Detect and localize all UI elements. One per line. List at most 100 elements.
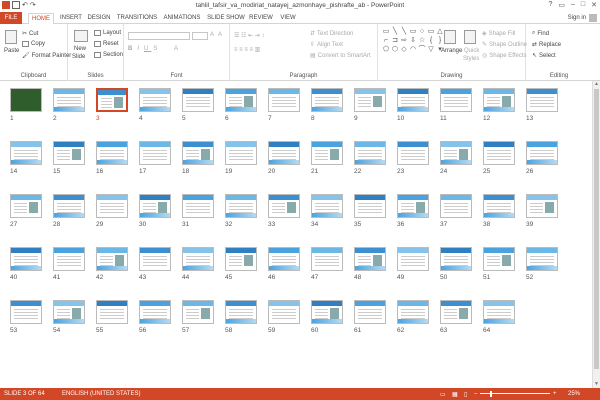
slide-thumbnail[interactable] (311, 194, 343, 218)
reset-button[interactable]: Reset (94, 41, 119, 47)
shape-icon[interactable]: ◇ (400, 46, 408, 54)
slide-thumbnail[interactable] (440, 194, 472, 218)
slide-thumbnail[interactable] (139, 194, 171, 218)
slide-thumbnail[interactable] (397, 141, 429, 165)
slide-sorter-view-icon[interactable]: ▦ (452, 391, 458, 398)
find-button[interactable]: ⌕ Find (532, 30, 549, 37)
slide-thumbnail[interactable] (225, 247, 257, 271)
bullets-icon[interactable]: ☰ ☷ ⇤ ⇥ ↕ (234, 32, 264, 39)
ribbon-display-button[interactable]: ▭ (558, 1, 565, 9)
slide-thumbnail[interactable] (139, 247, 171, 271)
shape-icon[interactable]: ⌐ (382, 37, 390, 45)
slide-thumbnail[interactable] (96, 300, 128, 324)
align-icons[interactable]: ≡ ≡ ≡ ≡ ▥ (234, 46, 260, 53)
shape-icon[interactable]: ⊐ (391, 37, 399, 45)
shape-icon[interactable]: △ (436, 28, 444, 36)
slide-thumbnail[interactable] (440, 88, 472, 112)
tab-animations[interactable]: ANIMATIONS (162, 13, 202, 24)
slide-thumbnail[interactable] (10, 141, 42, 165)
format-painter-button[interactable]: 🖌 Format Painter (22, 52, 71, 60)
shape-fill-button[interactable]: ◈ Shape Fill (482, 30, 515, 38)
slide-thumbnail[interactable] (483, 247, 515, 271)
font-shrink-icon[interactable]: A (218, 32, 222, 38)
tab-insert[interactable]: INSERT (58, 13, 84, 24)
slide-thumbnail[interactable] (225, 194, 257, 218)
new-slide-icon[interactable] (74, 30, 88, 42)
scroll-thumb[interactable] (594, 89, 599, 369)
section-button[interactable]: Section (94, 52, 123, 58)
maximize-button[interactable]: □ (581, 1, 585, 9)
shape-icon[interactable]: ⬡ (391, 46, 399, 54)
shape-icon[interactable]: ╲ (391, 28, 399, 36)
slide-thumbnail[interactable] (53, 300, 85, 324)
sign-in-link[interactable]: Sign in (568, 15, 586, 21)
font-grow-icon[interactable]: A (210, 32, 214, 38)
zoom-level[interactable]: 25% (568, 391, 580, 397)
slide-thumbnail[interactable] (311, 88, 343, 112)
slide-thumbnail[interactable] (354, 247, 386, 271)
slide-thumbnail[interactable] (440, 247, 472, 271)
slide-thumbnail[interactable] (354, 141, 386, 165)
shape-icon[interactable]: ╲ (400, 28, 408, 36)
slide-thumbnail[interactable] (483, 194, 515, 218)
slide-thumbnail[interactable] (440, 300, 472, 324)
shape-icon[interactable]: ○ (418, 28, 426, 36)
select-button[interactable]: ↖ Select (532, 52, 556, 60)
slide-thumbnail[interactable] (354, 88, 386, 112)
font-name-combo[interactable] (128, 32, 190, 40)
slide-thumbnail[interactable] (182, 247, 214, 271)
shape-icon[interactable]: ◠ (409, 46, 417, 54)
slide-thumbnail[interactable] (268, 88, 300, 112)
tab-slide-show[interactable]: SLIDE SHOW (206, 13, 246, 24)
arrange-icon[interactable] (444, 30, 456, 44)
minimize-button[interactable]: – (571, 1, 575, 9)
shape-icon[interactable]: ▭ (409, 28, 417, 36)
slide-thumbnail[interactable] (526, 194, 558, 218)
slide-thumbnail[interactable] (483, 300, 515, 324)
replace-button[interactable]: ⇄ Replace (532, 41, 561, 49)
scroll-down-icon[interactable]: ▼ (593, 381, 600, 388)
slide-thumbnail[interactable] (139, 300, 171, 324)
slide-thumbnail[interactable] (440, 141, 472, 165)
shape-icon[interactable]: ⌒ (418, 46, 426, 54)
slide-thumbnail[interactable] (483, 88, 515, 112)
close-button[interactable]: ✕ (591, 1, 597, 9)
slide-thumbnail[interactable] (53, 194, 85, 218)
quick-styles-icon[interactable] (464, 30, 476, 44)
shape-outline-button[interactable]: ✎ Shape Outline (482, 41, 527, 49)
paste-icon[interactable] (5, 30, 17, 44)
slide-thumbnail[interactable] (53, 141, 85, 165)
tab-view[interactable]: VIEW (278, 13, 298, 24)
shape-icon[interactable]: ⇨ (400, 37, 408, 45)
shape-icon[interactable]: } (436, 37, 444, 45)
slide-thumbnail[interactable] (53, 88, 85, 112)
shape-icon[interactable]: ⇩ (409, 37, 417, 45)
slide-thumbnail[interactable] (182, 141, 214, 165)
slide-thumbnail[interactable] (10, 300, 42, 324)
copy-button[interactable]: Copy (22, 41, 45, 47)
shape-icon[interactable]: ▽ (427, 46, 435, 54)
scroll-up-icon[interactable]: ▲ (593, 81, 600, 88)
zoom-slider-knob[interactable] (490, 391, 492, 397)
cut-button[interactable]: ✂ Cut (22, 30, 38, 38)
slide-thumbnail[interactable] (397, 88, 429, 112)
slide-thumbnail[interactable] (311, 141, 343, 165)
slide-thumbnail[interactable] (526, 247, 558, 271)
slide-thumbnail[interactable] (96, 247, 128, 271)
text-direction-button[interactable]: ⇵ Text Direction (310, 30, 353, 38)
avatar[interactable] (589, 14, 597, 22)
vertical-scrollbar[interactable]: ▲ ▼ (592, 81, 600, 388)
new-slide-button[interactable]: New (74, 46, 86, 52)
slide-thumbnail[interactable] (96, 194, 128, 218)
slide-thumbnail[interactable] (139, 141, 171, 165)
font-color-icon[interactable]: A (174, 46, 178, 52)
slide-thumbnail[interactable] (182, 194, 214, 218)
zoom-in-icon[interactable]: + (553, 391, 557, 397)
font-format-buttons[interactable]: BIUS (128, 46, 160, 52)
slide-thumbnail[interactable] (225, 141, 257, 165)
arrange-button[interactable]: Arrange (441, 48, 462, 54)
shape-icon[interactable]: ▭ (427, 28, 435, 36)
slide-thumbnail[interactable] (526, 88, 558, 112)
font-size-combo[interactable] (192, 32, 208, 40)
language-indicator[interactable]: ENGLISH (UNITED STATES) (62, 391, 140, 397)
